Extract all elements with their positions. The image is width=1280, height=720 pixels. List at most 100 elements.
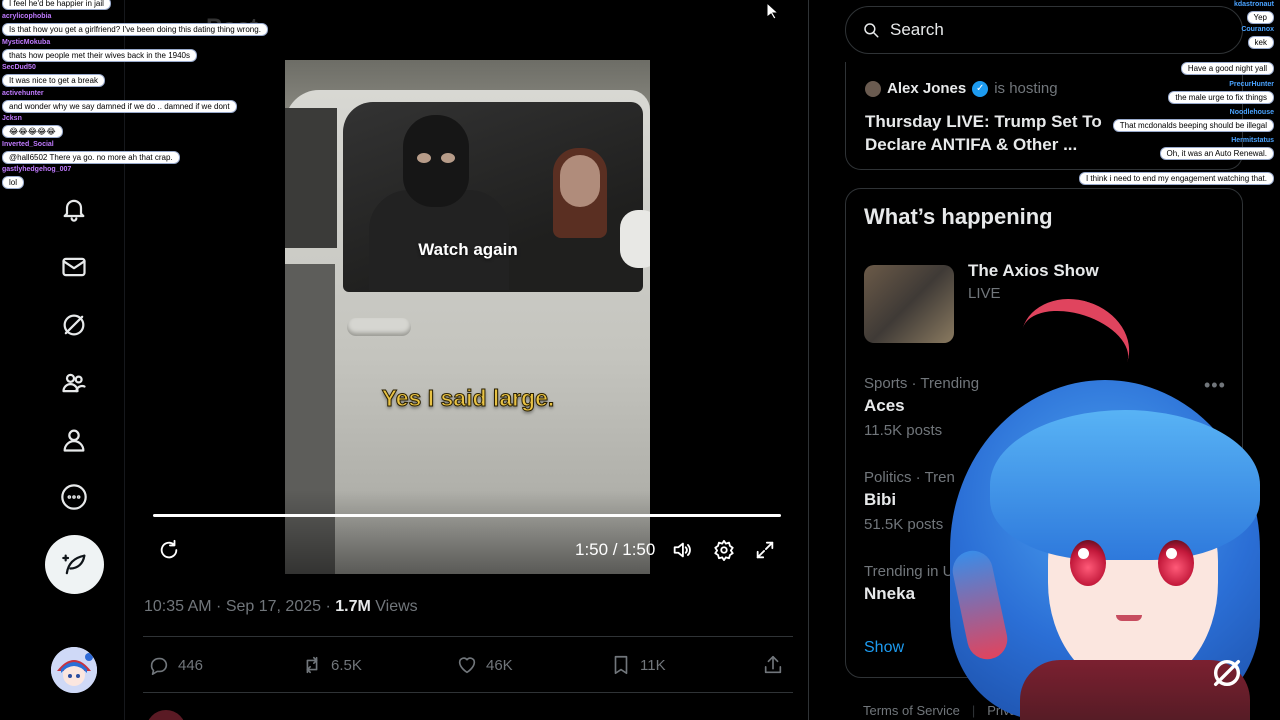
video-player[interactable]: Watch again Yes I said large. 1:50 / 1:5…	[143, 60, 791, 574]
mask-eye-left	[417, 153, 431, 163]
space-host-row: Alex Jones ✓ is hosting	[865, 80, 1058, 97]
chat-text: I think i need to end my engagement watc…	[1078, 172, 1274, 185]
chat-message: kdastronaut Yep	[1234, 0, 1274, 24]
live-item-title[interactable]: The Axios Show	[968, 261, 1099, 281]
chat-message: Inverted_Social @hall6502 There ya go. n…	[2, 140, 180, 164]
video-time: 1:50 / 1:50	[575, 540, 656, 559]
chat-text: kek	[1247, 36, 1274, 49]
verified-icon: ✓	[972, 80, 989, 97]
post-timestamp[interactable]: 10:35 AM · Sep 17, 2025	[144, 598, 321, 615]
bookmark-count: 11K	[640, 656, 666, 674]
reply-avatar[interactable]	[146, 710, 186, 720]
chat-username: PrecurHunter	[1229, 81, 1274, 88]
door-handle	[347, 318, 411, 336]
avatar-bangs	[990, 410, 1260, 560]
divider	[143, 636, 793, 637]
search-placeholder: Search	[890, 20, 944, 39]
post-feather-icon	[61, 554, 85, 574]
host-avatar	[865, 80, 881, 97]
search-box[interactable]: Search	[845, 6, 1243, 54]
host-name[interactable]: Alex Jones	[887, 80, 966, 97]
chat-message: MysticMokuba thats how people met their …	[2, 38, 197, 62]
notifications-icon[interactable]	[58, 193, 90, 225]
watch-again-label[interactable]: Watch again	[393, 240, 543, 260]
meta-separator: ·	[321, 598, 336, 615]
chat-text: Is that how you get a girlfriend? I've b…	[2, 23, 268, 36]
replay-icon[interactable]	[157, 538, 181, 562]
chat-text: 😂😂😂😂😂	[2, 125, 63, 138]
passenger-face	[560, 155, 600, 207]
chat-username: gastlyhedgehog_007	[2, 166, 72, 173]
post-views-label: Views	[370, 598, 418, 615]
bookmark-button[interactable]: 11K	[610, 654, 666, 676]
chat-message: Jcksn 😂😂😂😂😂	[2, 114, 63, 138]
chat-text: Yep	[1246, 11, 1274, 24]
chat-username: kdastronaut	[1233, 1, 1274, 8]
chat-text: It was nice to get a break	[2, 74, 105, 87]
post-button[interactable]	[45, 535, 104, 594]
post-views-count: 1.7M	[335, 598, 371, 615]
chat-message: acrylicophobia Is that how you get a gir…	[2, 12, 268, 36]
reply-icon	[150, 657, 168, 675]
repost-icon	[306, 656, 318, 674]
chat-username: Noodlehouse	[1229, 109, 1274, 116]
repost-button[interactable]: 6.5K	[301, 654, 362, 676]
profile-icon[interactable]	[58, 424, 90, 456]
like-count: 46K	[486, 656, 513, 674]
chat-message: Have a good night yall	[1180, 62, 1274, 75]
grok-logo-icon	[1210, 656, 1244, 690]
chat-message: I feel he'd be happier in jail	[2, 0, 111, 10]
chat-text: thats how people met their wives back in…	[2, 49, 197, 62]
chat-text: @hall6502 There ya go. no more ah that c…	[2, 151, 180, 164]
chat-text: the male urge to fix things	[1168, 91, 1274, 104]
chat-username: Couranox	[1241, 26, 1274, 33]
chat-username: acrylicophobia	[2, 13, 52, 20]
chat-message: I think i need to end my engagement watc…	[1078, 172, 1274, 185]
share-button[interactable]	[762, 654, 784, 681]
chat-text: Have a good night yall	[1180, 62, 1274, 75]
chat-message: SecDud50 It was nice to get a break	[2, 63, 105, 87]
video-caption: Yes I said large.	[381, 385, 555, 412]
avatar-mouth	[1116, 615, 1142, 621]
chat-message: Hermitstatus Oh, it was an Auto Renewal.	[1159, 136, 1274, 160]
chat-message: activehunter and wonder why we say damne…	[2, 89, 237, 113]
account-avatar[interactable]	[51, 647, 97, 693]
mouse-cursor-icon	[766, 1, 780, 20]
grok-icon[interactable]	[58, 309, 90, 341]
chat-message: PrecurHunter the male urge to fix things	[1168, 80, 1274, 104]
messages-icon[interactable]	[58, 251, 90, 283]
chat-message: Couranox kek	[1241, 25, 1274, 49]
reply-button[interactable]: 446	[148, 654, 203, 676]
settings-icon[interactable]	[712, 538, 736, 562]
panel-title: What’s happening	[864, 204, 1053, 229]
fullscreen-icon[interactable]	[753, 538, 777, 562]
chat-text: I feel he'd be happier in jail	[2, 0, 111, 10]
chat-message: gastlyhedgehog_007 lol	[2, 165, 71, 189]
post-metadata: 10:35 AM · Sep 17, 2025 · 1.7M Views	[144, 598, 418, 616]
chat-text: lol	[2, 176, 25, 189]
chat-username: MysticMokuba	[2, 39, 51, 46]
avatar-eye-right	[1158, 540, 1194, 586]
repost-count: 6.5K	[331, 656, 362, 674]
chat-message: Noodlehouse That mcdonalds beeping shoul…	[1112, 108, 1274, 132]
mask-eye-right	[441, 153, 455, 163]
volume-icon[interactable]	[670, 538, 694, 562]
bookmark-icon	[614, 655, 628, 675]
host-label: is hosting	[994, 80, 1058, 97]
chat-text: and wonder why we say damned if we do ..…	[2, 100, 237, 113]
video-progress-bar[interactable]	[153, 514, 781, 517]
share-icon	[764, 655, 782, 674]
divider	[143, 692, 793, 693]
more-icon[interactable]	[58, 481, 90, 513]
like-button[interactable]: 46K	[456, 654, 513, 676]
chat-username: Hermitstatus	[1231, 137, 1274, 144]
like-icon	[458, 657, 476, 674]
chat-username: Jcksn	[2, 115, 22, 122]
side-mirror	[620, 210, 650, 268]
space-title[interactable]: Thursday LIVE: Trump Set To Declare ANTI…	[865, 110, 1135, 156]
avatar-eye-left	[1070, 540, 1106, 586]
driver-ski-mask	[403, 115, 469, 207]
communities-icon[interactable]	[58, 367, 90, 399]
chat-username: activehunter	[2, 90, 44, 97]
chat-username: SecDud50	[2, 64, 36, 71]
